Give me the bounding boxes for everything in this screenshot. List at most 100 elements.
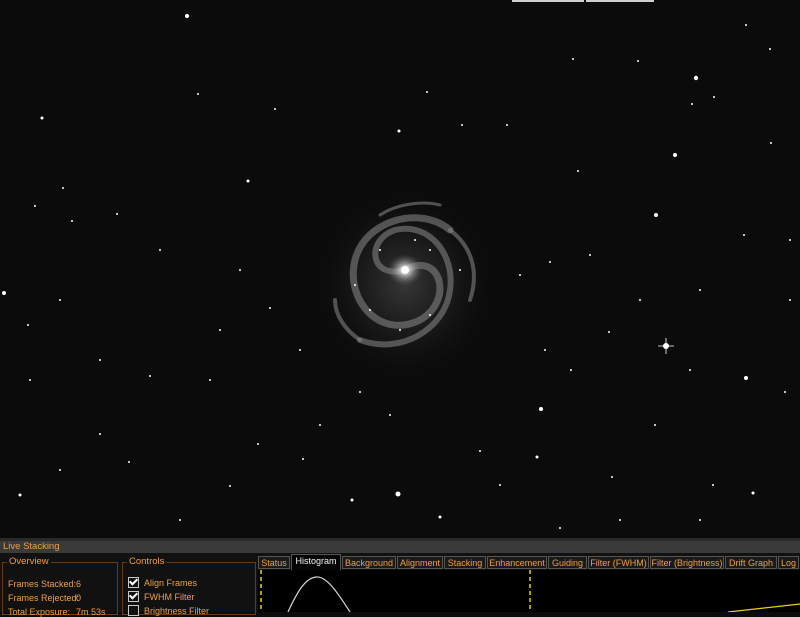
- star: [429, 249, 431, 251]
- frames-rejected-label: Frames Rejected:: [8, 593, 80, 603]
- star: [506, 124, 508, 126]
- star: [789, 299, 791, 301]
- frames-stacked-value: 6: [76, 579, 82, 589]
- star: [319, 424, 321, 426]
- controls-legend: Controls: [129, 556, 165, 567]
- star: [27, 324, 29, 326]
- star: [693, 75, 699, 81]
- star: [539, 407, 543, 411]
- tab-status[interactable]: Status: [258, 556, 290, 569]
- star: [744, 376, 748, 380]
- tab-drift-graph[interactable]: Drift Graph: [725, 556, 777, 569]
- frames-stacked-row: Frames Stacked: 6: [8, 579, 81, 589]
- star: [549, 261, 551, 263]
- star: [302, 458, 304, 460]
- align-frames-option[interactable]: Align Frames: [128, 577, 197, 588]
- star: [29, 379, 31, 381]
- star: [461, 124, 463, 126]
- fwhm-filter-label: FWHM Filter: [144, 592, 195, 602]
- tab-strip: Status Histogram Background Alignment St…: [258, 554, 800, 570]
- tab-log[interactable]: Log: [778, 556, 799, 569]
- fwhm-filter-option[interactable]: FWHM Filter: [128, 591, 195, 602]
- star: [197, 93, 199, 95]
- star: [395, 491, 401, 497]
- star: [246, 179, 250, 183]
- star: [149, 375, 151, 377]
- star: [570, 369, 572, 371]
- star: [691, 103, 693, 105]
- star: [654, 424, 656, 426]
- star: [713, 96, 715, 98]
- live-stacking-panel: Live Stacking Overview Frames Stacked: 6…: [0, 538, 800, 617]
- star: [535, 455, 539, 459]
- tab-background[interactable]: Background: [342, 556, 396, 569]
- star: [619, 519, 621, 521]
- star: [589, 254, 591, 256]
- star: [426, 91, 428, 93]
- star: [369, 309, 371, 311]
- star: [257, 443, 259, 445]
- brightness-filter-checkbox[interactable]: [128, 605, 139, 616]
- star: [229, 485, 231, 487]
- tab-histogram[interactable]: Histogram: [291, 554, 341, 570]
- star: [71, 220, 73, 222]
- star: [99, 359, 101, 361]
- controls-group: Controls Align Frames FWHM Filter Bright…: [122, 556, 256, 616]
- align-frames-checkbox[interactable]: [128, 577, 139, 588]
- star: [572, 58, 574, 60]
- star: [712, 484, 714, 486]
- star: [159, 249, 161, 251]
- star: [608, 331, 610, 333]
- star: [673, 153, 677, 157]
- star: [399, 329, 401, 331]
- star: [438, 515, 442, 519]
- star: [689, 369, 691, 371]
- star: [40, 116, 44, 120]
- star: [128, 461, 130, 463]
- galaxy: [310, 185, 500, 385]
- star: [185, 14, 189, 18]
- star: [379, 249, 381, 251]
- overview-group: Overview Frames Stacked: 6 Frames Reject…: [2, 556, 118, 617]
- tab-filter-fwhm[interactable]: Filter (FWHM): [588, 556, 649, 569]
- tab-alignment[interactable]: Alignment: [397, 556, 443, 569]
- total-exposure-row: Total Exposure: 7m 53s: [8, 607, 106, 617]
- histogram-plot[interactable]: [258, 570, 800, 612]
- align-frames-label: Align Frames: [144, 578, 198, 588]
- top-edge-mark: [512, 0, 584, 2]
- star: [789, 239, 791, 241]
- frames-rejected-value: 0: [76, 593, 82, 603]
- star: [699, 519, 701, 521]
- star: [519, 274, 521, 276]
- star: [219, 329, 221, 331]
- tab-enhancement[interactable]: Enhancement: [487, 556, 547, 569]
- star: [639, 299, 641, 301]
- histogram-curve-line: [727, 603, 800, 612]
- star: [359, 391, 361, 393]
- fwhm-filter-checkbox[interactable]: [128, 591, 139, 602]
- overview-legend: Overview: [9, 556, 49, 567]
- star: [209, 379, 211, 381]
- star: [770, 142, 772, 144]
- total-exposure-value: 7m 53s: [76, 607, 106, 617]
- star: [34, 205, 36, 207]
- brightness-filter-label: Brightness Filter: [144, 606, 210, 616]
- star: [784, 391, 786, 393]
- brightness-filter-option[interactable]: Brightness Filter: [128, 605, 209, 616]
- tab-stacking[interactable]: Stacking: [444, 556, 486, 569]
- star: [59, 299, 61, 301]
- stacked-image-preview[interactable]: [0, 0, 800, 538]
- star: [637, 60, 639, 62]
- top-edge-mark: [586, 0, 654, 2]
- star: [274, 108, 276, 110]
- star: [559, 527, 561, 529]
- star: [577, 170, 579, 172]
- histogram-curve: [287, 576, 351, 612]
- star: [350, 498, 354, 502]
- star: [429, 314, 431, 316]
- tab-guiding[interactable]: Guiding: [548, 556, 587, 569]
- tab-filter-brightness[interactable]: Filter (Brightness): [650, 556, 724, 569]
- star: [769, 48, 771, 50]
- star: [544, 349, 546, 351]
- star: [59, 469, 61, 471]
